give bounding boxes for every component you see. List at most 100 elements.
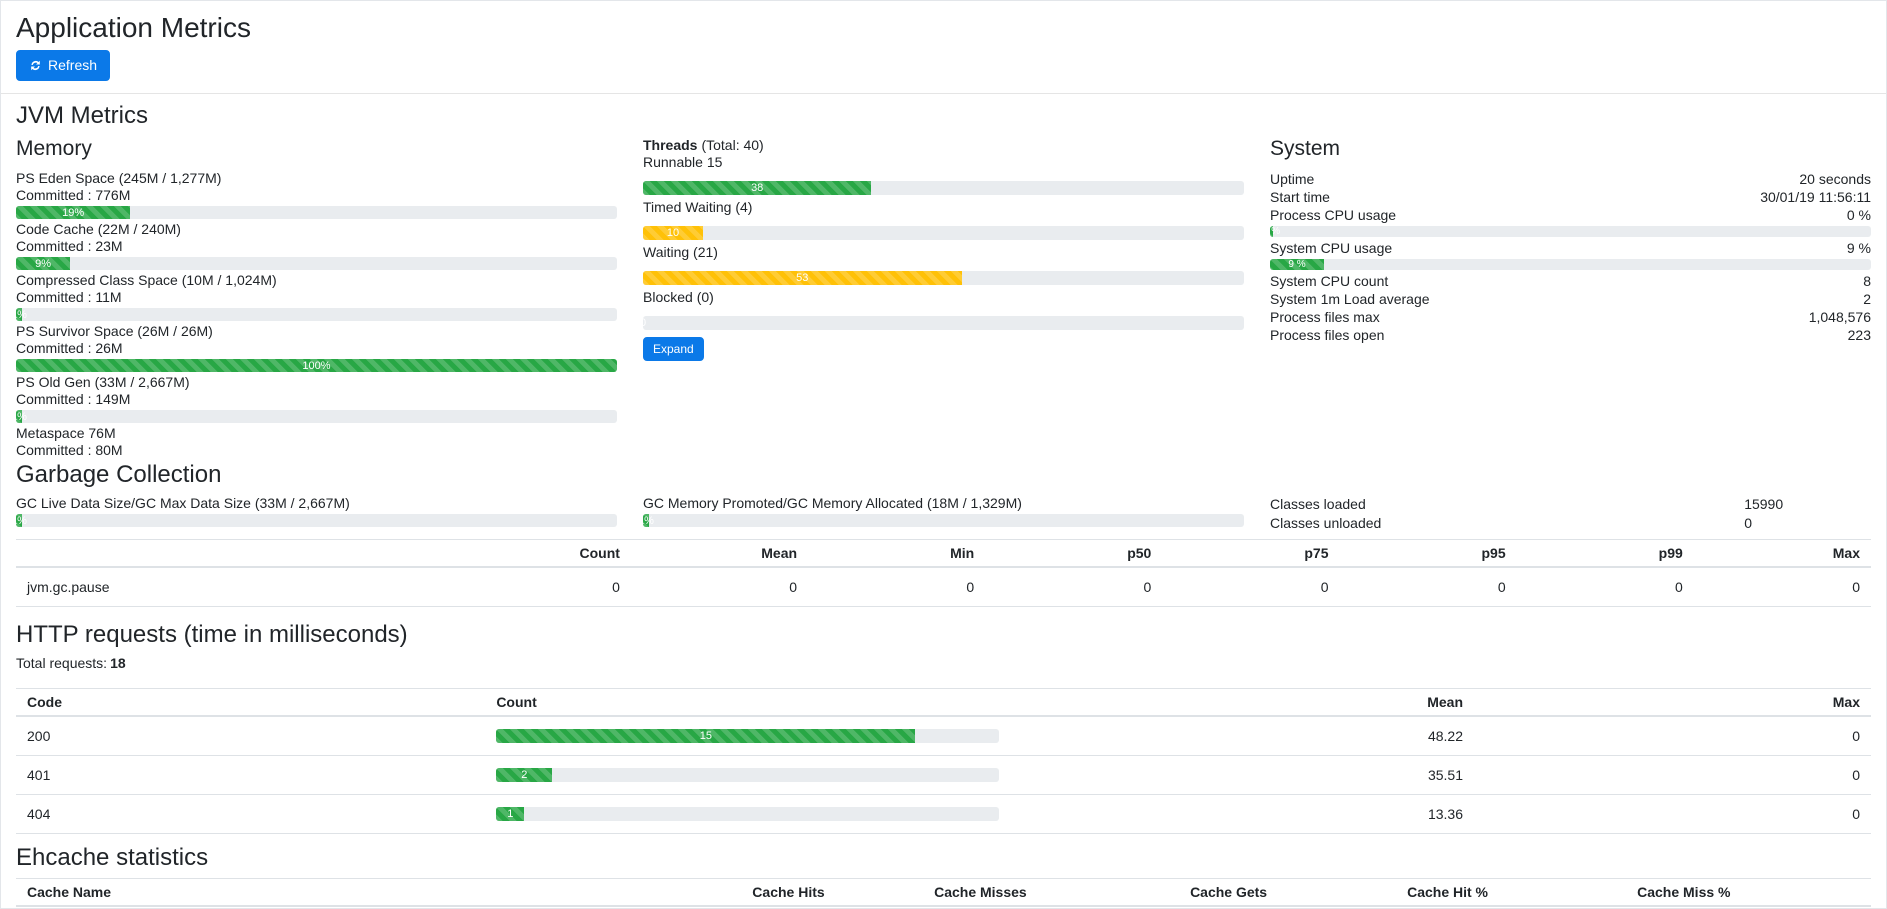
memory-pool-committed: Committed : 149M xyxy=(16,391,617,408)
system-row-value: 1,048,576 xyxy=(1809,308,1871,326)
total-requests-value: 18 xyxy=(110,655,126,671)
system-row-label: Uptime xyxy=(1270,170,1314,188)
http-count-cell: 1 xyxy=(485,795,1010,834)
system-title: System xyxy=(1270,136,1871,161)
system-row-label: Start time xyxy=(1270,188,1330,206)
http-count-bar: 2 xyxy=(496,768,999,782)
memory-pool-name: PS Survivor Space (26M / 26M) xyxy=(16,323,617,340)
gc-bar: 1% xyxy=(16,514,617,527)
memory-items: PS Eden Space (245M / 1,277M)Committed :… xyxy=(16,170,617,459)
gc-classes-row: Classes unloaded0 xyxy=(1270,514,1871,533)
gc-metric-value: 0 xyxy=(985,567,1162,607)
memory-pool-bar: 1% xyxy=(16,410,617,423)
system-usage-bar: 0 % xyxy=(1270,226,1871,237)
http-count-bar-fill: 2 xyxy=(496,768,552,782)
system-row-value: 2 xyxy=(1863,290,1871,308)
system-row-value: 9 % xyxy=(1847,239,1871,257)
thread-state-bar-fill: 53 xyxy=(643,271,962,285)
system-row-value: 223 xyxy=(1848,326,1871,344)
gc-classes-label: Classes unloaded xyxy=(1270,514,1744,533)
thread-state-bar: 38 xyxy=(643,181,1244,195)
memory-pool-committed: Committed : 11M xyxy=(16,289,617,306)
gc-metric-value: 0 xyxy=(808,567,985,607)
column-header: Count xyxy=(485,689,1010,717)
memory-pool-committed: Committed : 776M xyxy=(16,187,617,204)
http-max: 0 xyxy=(1474,716,1871,756)
gc-bar-fill: 1% xyxy=(643,514,649,527)
system-row-value: 8 xyxy=(1863,272,1871,290)
column-header: Max xyxy=(1694,540,1871,568)
gc-live-data-col: GC Live Data Size/GC Max Data Size (33M … xyxy=(16,495,617,527)
refresh-button[interactable]: Refresh xyxy=(16,50,110,81)
system-row-label: Process CPU usage xyxy=(1270,206,1396,224)
http-table-header-row: CodeCountMeanMax xyxy=(16,689,1871,717)
column-header: Mean xyxy=(1010,689,1474,717)
gc-metric-value: 0 xyxy=(1162,567,1339,607)
gc-metric-value: 0 xyxy=(1694,567,1871,607)
jvm-metrics-row: Memory PS Eden Space (245M / 1,277M)Comm… xyxy=(16,136,1871,459)
gc-classes-label: Classes loaded xyxy=(1270,495,1744,514)
page-title: Application Metrics xyxy=(16,11,1871,44)
http-mean: 35.51 xyxy=(1010,756,1474,795)
gc-pause-table: CountMeanMinp50p75p95p99Max jvm.gc.pause… xyxy=(16,539,1871,607)
memory-pool-bar: 9% xyxy=(16,257,617,270)
thread-state-label: Blocked (0) xyxy=(643,289,1244,306)
memory-pool-committed: Committed : 80M xyxy=(16,442,617,459)
memory-title: Memory xyxy=(16,136,617,161)
memory-pool-bar: 100% xyxy=(16,359,617,372)
thread-state-bar: 53 xyxy=(643,271,1244,285)
expand-threads-button[interactable]: Expand xyxy=(643,337,704,361)
memory-pool-bar-fill: 9% xyxy=(16,257,70,270)
gc-classes-row: Classes loaded15990 xyxy=(1270,495,1871,514)
thread-state-bar-fill: 10 xyxy=(643,226,703,240)
gc-metric-value: 0 xyxy=(631,567,808,607)
system-row: Process files max1,048,576 xyxy=(1270,308,1871,326)
system-row: Start time 30/01/19 11:56:11 xyxy=(1270,188,1871,206)
memory-pool-name: Compressed Class Space (10M / 1,024M) xyxy=(16,272,617,289)
system-row: System 1m Load average2 xyxy=(1270,290,1871,308)
gc-table-row: jvm.gc.pause00000000 xyxy=(16,567,1871,607)
threads-title-suffix: (Total: 40) xyxy=(701,137,763,153)
column-header: Min xyxy=(808,540,985,568)
http-table-row: 404 1 13.360 xyxy=(16,795,1871,834)
ehcache-table: Cache NameCache HitsCache MissesCache Ge… xyxy=(16,878,1871,907)
column-header: p75 xyxy=(1162,540,1339,568)
gc-promoted-col: GC Memory Promoted/GC Memory Allocated (… xyxy=(643,495,1244,527)
column-header: Cache Name xyxy=(16,879,741,907)
column-header: Cache Gets xyxy=(1179,879,1396,907)
http-table-row: 401 2 35.510 xyxy=(16,756,1871,795)
system-row-label: System CPU usage xyxy=(1270,239,1392,257)
gc-table-header-row: CountMeanMinp50p75p95p99Max xyxy=(16,540,1871,568)
column-header: Cache Hit % xyxy=(1396,879,1626,907)
column-header: Cache Miss % xyxy=(1626,879,1871,907)
column-header: Cache Hits xyxy=(741,879,923,907)
http-count-bar-fill: 1 xyxy=(496,807,524,821)
system-row-value: 0 % xyxy=(1847,206,1871,224)
system-usage-bar-fill: 9 % xyxy=(1270,259,1324,270)
http-code: 200 xyxy=(16,716,485,756)
threads-title-bold: Threads xyxy=(643,137,697,153)
gc-metric-value: 0 xyxy=(1339,567,1516,607)
http-max: 0 xyxy=(1474,795,1871,834)
http-max: 0 xyxy=(1474,756,1871,795)
memory-pool-bar: 1% xyxy=(16,308,617,321)
http-mean: 13.36 xyxy=(1010,795,1474,834)
http-code: 404 xyxy=(16,795,485,834)
column-header: p50 xyxy=(985,540,1162,568)
gc-row: GC Live Data Size/GC Max Data Size (33M … xyxy=(16,495,1871,533)
memory-pool-name: Code Cache (22M / 240M) xyxy=(16,221,617,238)
thread-state-label: Runnable 15 xyxy=(643,154,1244,171)
system-row-value: 30/01/19 11:56:11 xyxy=(1760,188,1871,206)
refresh-icon xyxy=(29,59,42,72)
system-row: Process CPU usage 0 % xyxy=(1270,206,1871,224)
http-code: 401 xyxy=(16,756,485,795)
memory-pool-bar-fill: 1% xyxy=(16,308,22,321)
gc-classes-value: 0 xyxy=(1744,514,1752,533)
column-header: Count xyxy=(454,540,631,568)
system-rows: Uptime20 secondsStart time30/01/19 11:56… xyxy=(1270,170,1871,344)
gc-classes-col: Classes loaded15990Classes unloaded0 xyxy=(1270,495,1871,533)
system-row: System CPU count8 xyxy=(1270,272,1871,290)
thread-state-label: Timed Waiting (4) xyxy=(643,199,1244,216)
memory-pool-bar: 19% xyxy=(16,206,617,219)
http-table-row: 2001548.220 xyxy=(16,716,1871,756)
